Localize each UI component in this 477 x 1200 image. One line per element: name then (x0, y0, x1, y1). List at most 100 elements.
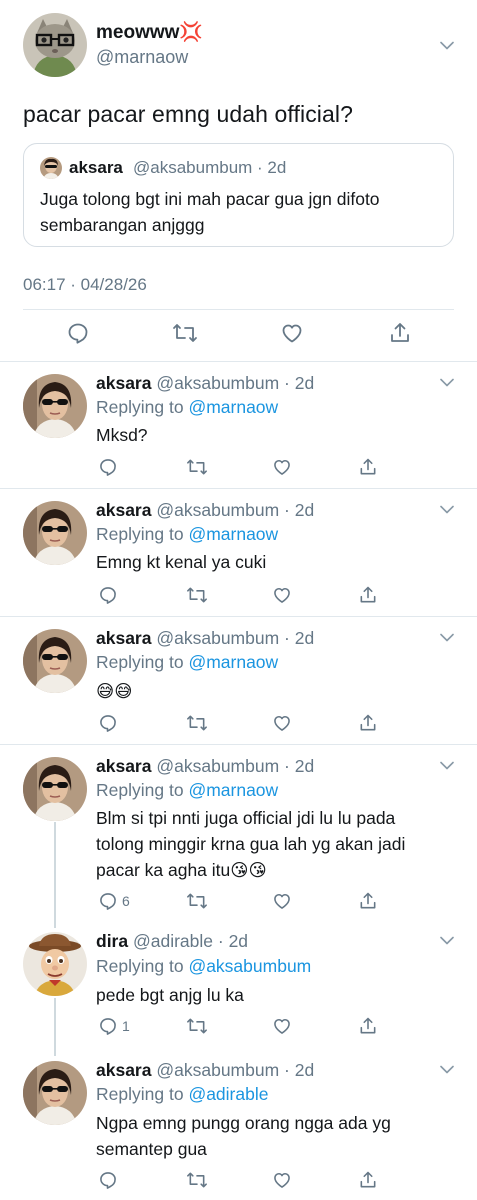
share-button[interactable] (358, 886, 378, 916)
author-handle[interactable]: @aksabumbum · 2d (156, 373, 314, 393)
reply-header: aksara @aksabumbum · 2d (96, 755, 314, 777)
reply-text: Emng kt kenal ya cuki (96, 552, 267, 572)
quote-author-name: aksara (69, 158, 123, 177)
heart-icon (274, 459, 290, 475)
divider (23, 309, 454, 310)
reply-tweet[interactable]: aksara @aksabumbum · 2d Replying to @adi… (0, 1052, 477, 1200)
author-handle[interactable]: @aksabumbum · 2d (156, 500, 314, 520)
retweet-button[interactable] (186, 580, 208, 610)
avatar[interactable] (23, 932, 87, 996)
reply-action-bar: 6 (0, 886, 477, 916)
retweet-button[interactable] (186, 1011, 208, 1041)
chevron-down-icon[interactable] (440, 633, 454, 642)
reply-header: aksara @aksabumbum · 2d (96, 1059, 314, 1081)
reply-button[interactable] (98, 1165, 122, 1195)
retweet-button[interactable] (172, 318, 198, 348)
author-handle[interactable]: @adirable · 2d (133, 931, 248, 951)
retweet-icon (187, 893, 207, 909)
reply-count: 6 (122, 893, 130, 909)
replying-label: Replying to (96, 652, 184, 672)
reply-header: aksara @aksabumbum · 2d (96, 627, 314, 649)
heart-icon (274, 1172, 290, 1188)
reply-text: pede bgt anjg lu ka (96, 985, 244, 1005)
share-button[interactable] (358, 580, 378, 610)
mention-link[interactable]: @aksabumbum (188, 956, 311, 976)
like-button[interactable] (272, 452, 292, 482)
reply-button[interactable] (66, 318, 90, 348)
reply-tweet[interactable]: aksara @aksabumbum · 2d Replying to @mar… (0, 362, 477, 488)
author-name[interactable]: aksara (96, 373, 151, 393)
like-button[interactable] (272, 708, 292, 738)
author-name[interactable]: aksara (96, 500, 151, 520)
replying-label: Replying to (96, 397, 184, 417)
avatar[interactable] (23, 374, 87, 438)
author-name[interactable]: aksara (96, 1060, 151, 1080)
avatar[interactable] (23, 757, 87, 821)
quote-tweet[interactable]: aksara @aksabumbum · 2d Juga tolong bgt … (23, 143, 454, 247)
author-handle[interactable]: @aksabumbum · 2d (156, 1060, 314, 1080)
share-icon (360, 458, 376, 475)
author-handle[interactable]: @marnaow (96, 46, 188, 68)
author-name[interactable]: aksara (96, 628, 151, 648)
quote-avatar (40, 157, 62, 179)
retweet-button[interactable] (186, 452, 208, 482)
reply-icon (100, 1018, 116, 1035)
author-handle[interactable]: @aksabumbum · 2d (156, 756, 314, 776)
author-name[interactable]: dira (96, 931, 128, 951)
avatar[interactable] (23, 1061, 87, 1125)
avatar[interactable] (23, 13, 87, 77)
share-button[interactable] (358, 1165, 378, 1195)
reply-button[interactable] (98, 580, 122, 610)
replying-to: Replying to @aksabumbum (96, 955, 311, 977)
mention-link[interactable]: @marnaow (188, 524, 278, 544)
chevron-down-icon[interactable] (440, 378, 454, 387)
chevron-down-icon[interactable] (440, 1065, 454, 1074)
reply-button[interactable] (98, 452, 122, 482)
mention-link[interactable]: @marnaow (188, 652, 278, 672)
like-button[interactable] (272, 580, 292, 610)
share-icon (360, 714, 376, 731)
heart-icon (274, 1018, 290, 1034)
share-button[interactable] (358, 452, 378, 482)
replying-to: Replying to @marnaow (96, 523, 278, 545)
chevron-down-icon[interactable] (440, 505, 454, 514)
like-button[interactable] (280, 318, 304, 348)
reply-tweet[interactable]: aksara @aksabumbum · 2d Replying to @mar… (0, 489, 477, 616)
chevron-down-icon[interactable] (440, 936, 454, 945)
chevron-down-icon[interactable] (440, 761, 454, 770)
main-tweet: meowww💢 @marnaow pacar pacar emng udah o… (0, 0, 477, 361)
share-button[interactable] (358, 708, 378, 738)
author-name[interactable]: meowww💢 (96, 22, 203, 44)
reply-action-bar (0, 1165, 477, 1195)
like-button[interactable] (272, 886, 292, 916)
reply-button[interactable]: 1 (98, 1011, 130, 1041)
tweet-timestamp: 06:17 · 04/28/26 (23, 275, 147, 294)
reply-action-bar (0, 580, 477, 610)
retweet-button[interactable] (186, 886, 208, 916)
mention-link[interactable]: @marnaow (188, 780, 278, 800)
heart-icon (274, 587, 290, 603)
like-button[interactable] (272, 1011, 292, 1041)
author-name[interactable]: aksara (96, 756, 151, 776)
retweet-icon (187, 459, 207, 475)
reply-tweet[interactable]: aksara @aksabumbum · 2d Replying to @mar… (0, 745, 477, 925)
avatar[interactable] (23, 501, 87, 565)
chevron-down-icon[interactable] (440, 41, 454, 50)
reply-button[interactable]: 6 (98, 886, 130, 916)
author-handle[interactable]: @aksabumbum · 2d (156, 628, 314, 648)
reply-tweet[interactable]: dira @adirable · 2d Replying to @aksabum… (0, 924, 477, 1052)
replying-label: Replying to (96, 956, 184, 976)
reply-icon (100, 1172, 116, 1189)
share-button[interactable] (388, 318, 412, 348)
avatar[interactable] (23, 629, 87, 693)
retweet-icon (187, 1018, 207, 1034)
reply-tweet[interactable]: aksara @aksabumbum · 2d Replying to @mar… (0, 617, 477, 744)
retweet-button[interactable] (186, 1165, 208, 1195)
like-button[interactable] (272, 1165, 292, 1195)
mention-link[interactable]: @marnaow (188, 397, 278, 417)
share-button[interactable] (358, 1011, 378, 1041)
reply-button[interactable] (98, 708, 122, 738)
share-icon (360, 586, 376, 603)
retweet-button[interactable] (186, 708, 208, 738)
mention-link[interactable]: @adirable (188, 1084, 268, 1104)
